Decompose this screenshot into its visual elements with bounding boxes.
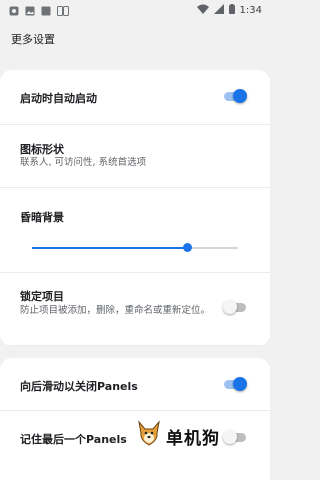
battery-icon	[228, 3, 235, 17]
setting-row-icon-shape[interactable]: 图标形状 联系人, 可访问性, 系统首选项	[0, 125, 270, 188]
lock-items-toggle[interactable]	[223, 299, 247, 315]
status-right-icons: 1:34	[196, 3, 262, 17]
settings-card-panels: 向后滑动以关闭Panels 记住最后一个Panels	[0, 358, 270, 480]
setting-row-lock-items[interactable]: 锁定项目 防止项目被添加，删除，重命名或重新定位。	[0, 273, 270, 346]
setting-summary: 防止项目被添加，删除，重命名或重新定位。	[20, 305, 211, 316]
setting-row-swipe-back-close[interactable]: 向后滑动以关闭Panels	[0, 358, 270, 411]
dim-background-slider[interactable]	[32, 242, 238, 254]
wifi-icon	[196, 4, 209, 17]
toggle-thumb	[223, 300, 237, 314]
signal-icon	[213, 3, 224, 17]
slider-thumb[interactable]	[182, 243, 192, 252]
setting-label: 昏暗背景	[20, 211, 64, 224]
status-left-icons	[9, 1, 69, 20]
setting-label: 向后滑动以关闭Panels	[20, 380, 138, 393]
autostart-toggle[interactable]	[223, 88, 247, 104]
gear-icon	[9, 1, 19, 20]
toggle-thumb	[223, 430, 237, 444]
settings-card-general: 启动时自动启动 图标形状 联系人, 可访问性, 系统首选项 昏暗背景 锁定项目 …	[0, 70, 270, 346]
setting-label: 启动时自动启动	[20, 92, 97, 105]
setting-label: 图标形状	[20, 143, 64, 156]
image-icon	[25, 1, 35, 20]
status-bar: 1:34	[0, 0, 270, 20]
swipe-back-close-toggle[interactable]	[223, 376, 247, 392]
toggle-thumb	[233, 377, 247, 391]
setting-label: 记住最后一个Panels	[20, 433, 127, 446]
watermark-text: 单机狗	[166, 428, 220, 449]
page-title: 更多设置	[11, 33, 55, 46]
setting-row-dim-background: 昏暗背景	[0, 188, 270, 273]
setting-row-autostart[interactable]: 启动时自动启动	[0, 70, 270, 125]
remember-last-toggle[interactable]	[223, 429, 247, 445]
dog-mascot-icon	[136, 420, 162, 452]
watermark: 单机狗	[136, 420, 220, 452]
slider-fill	[32, 247, 187, 249]
sim-card-icon	[57, 1, 69, 20]
square-icon	[41, 1, 51, 20]
toggle-thumb	[233, 89, 247, 103]
setting-row-remember-last[interactable]: 记住最后一个Panels	[0, 411, 270, 480]
status-time: 1:34	[239, 4, 262, 16]
setting-summary: 联系人, 可访问性, 系统首选项	[20, 157, 147, 168]
setting-label: 锁定项目	[20, 290, 64, 303]
